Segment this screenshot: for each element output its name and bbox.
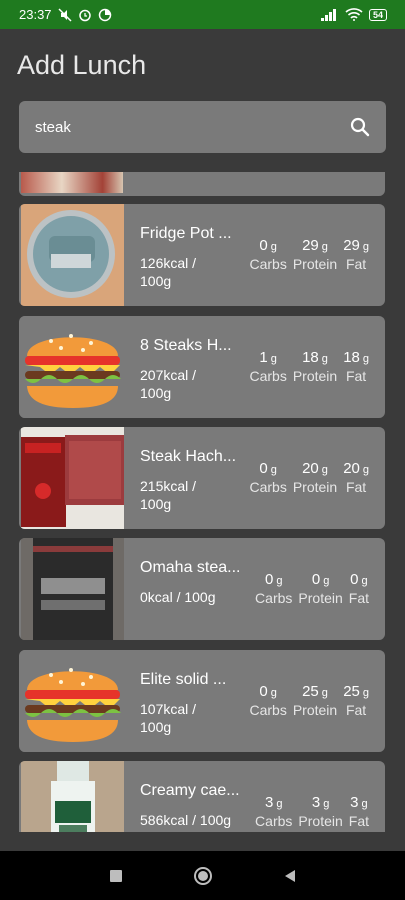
list-item[interactable]: Steak Hach... 215kcal / 100g 0 g Carbs 20 g… bbox=[19, 427, 385, 529]
protein-value: 25 bbox=[302, 683, 319, 700]
food-name: 8 Steaks H... bbox=[140, 337, 232, 354]
protein-label: Protein bbox=[292, 368, 338, 384]
carbs-label: Carbs bbox=[249, 702, 287, 718]
unit: g bbox=[276, 798, 283, 810]
food-name: Fridge Pot ... bbox=[140, 225, 232, 242]
mute-icon bbox=[58, 7, 72, 22]
protein-value: 0 bbox=[311, 571, 321, 588]
food-name: Omaha stea... bbox=[140, 559, 241, 576]
unit: g bbox=[321, 464, 328, 476]
food-kcal: 126kcal / 100g bbox=[140, 255, 197, 289]
burger-image bbox=[21, 316, 124, 418]
protein-label: Protein bbox=[292, 479, 338, 495]
carbs-value: 0 bbox=[259, 460, 268, 477]
fat-value: 20 bbox=[343, 460, 360, 477]
food-kcal: 107kcal / 100g bbox=[140, 701, 197, 735]
carbs-value: 0 bbox=[264, 571, 274, 588]
food-image bbox=[21, 427, 124, 529]
food-kcal: 215kcal / 100g bbox=[140, 478, 197, 512]
fat-value: 18 bbox=[343, 349, 360, 366]
food-image bbox=[21, 761, 124, 832]
unit: g bbox=[321, 241, 328, 253]
unit: g bbox=[361, 798, 368, 810]
battery-indicator: 54 bbox=[368, 8, 387, 21]
unit: g bbox=[362, 464, 369, 476]
carbs-value: 0 bbox=[259, 683, 268, 700]
list-item[interactable]: 8 Steaks H... 207kcal / 100g 1 g Carbs 18 g… bbox=[19, 316, 385, 418]
protein-label: Protein bbox=[298, 590, 343, 606]
carbs-value: 1 bbox=[259, 349, 268, 366]
protein-label: Protein bbox=[292, 256, 338, 272]
unit: g bbox=[323, 575, 330, 587]
fat-value: 29 bbox=[343, 237, 360, 254]
home-button[interactable] bbox=[193, 866, 213, 886]
unit: g bbox=[323, 798, 330, 810]
list-item-partial[interactable] bbox=[19, 172, 385, 196]
clock: 23:37 bbox=[19, 7, 52, 22]
unit: g bbox=[321, 353, 328, 365]
fat-label: Fat bbox=[345, 368, 367, 384]
fat-value: 25 bbox=[343, 683, 360, 700]
search-input[interactable]: steak bbox=[19, 101, 386, 153]
food-kcal: 207kcal / 100g bbox=[140, 367, 197, 401]
food-name: Creamy cae... bbox=[140, 782, 240, 799]
carbs-label: Carbs bbox=[255, 813, 293, 829]
fat-label: Fat bbox=[345, 702, 367, 718]
protein-value: 20 bbox=[302, 460, 319, 477]
food-kcal: 586kcal / 100g bbox=[140, 812, 232, 828]
food-kcal: 0kcal / 100g bbox=[140, 589, 216, 605]
protein-label: Protein bbox=[298, 813, 343, 829]
protein-value: 3 bbox=[311, 794, 321, 811]
protein-value: 29 bbox=[302, 237, 319, 254]
unit: g bbox=[270, 464, 277, 476]
fat-label: Fat bbox=[345, 479, 367, 495]
back-button[interactable] bbox=[283, 869, 297, 883]
protein-label: Protein bbox=[292, 702, 338, 718]
wifi-icon bbox=[345, 8, 363, 21]
unit: g bbox=[270, 353, 277, 365]
unit: g bbox=[362, 687, 369, 699]
list-item[interactable]: Omaha stea... 0kcal / 100g 0 g Carbs 0 g Pro… bbox=[19, 538, 385, 640]
recents-button[interactable] bbox=[109, 869, 123, 883]
fat-value: 3 bbox=[350, 794, 359, 811]
signal-icon bbox=[320, 8, 336, 21]
status-bar: 23:37 54 bbox=[0, 0, 405, 29]
data-saver-icon bbox=[98, 8, 111, 21]
search-value[interactable]: steak bbox=[35, 119, 71, 136]
burger-image bbox=[21, 650, 124, 752]
fat-label: Fat bbox=[348, 590, 369, 606]
food-image bbox=[21, 172, 123, 193]
carbs-label: Carbs bbox=[249, 368, 287, 384]
food-image bbox=[21, 538, 124, 640]
list-item[interactable]: Creamy cae... 586kcal / 100g 3 g Carbs 3gP… bbox=[19, 761, 385, 832]
food-list[interactable]: Fridge Pot ... 126kcal / 100g 0 g Carbs 29… bbox=[19, 172, 385, 832]
list-item[interactable]: Elite solid ... 107kcal / 100g 0 g Carbs 2… bbox=[19, 650, 385, 752]
carbs-label: Carbs bbox=[255, 590, 293, 606]
unit: g bbox=[270, 687, 277, 699]
carbs-label: Carbs bbox=[249, 256, 287, 272]
food-name: Elite solid ... bbox=[140, 671, 227, 688]
fat-label: Fat bbox=[348, 813, 369, 829]
search-icon[interactable] bbox=[350, 117, 370, 137]
unit: g bbox=[362, 241, 369, 253]
fat-value: 0 bbox=[350, 571, 359, 588]
unit: g bbox=[276, 575, 283, 587]
unit: g bbox=[270, 241, 277, 253]
alarm-icon bbox=[78, 9, 91, 21]
page-title: Add Lunch bbox=[17, 50, 147, 80]
navigation-bar bbox=[0, 851, 405, 900]
unit: g bbox=[361, 575, 368, 587]
fat-label: Fat bbox=[345, 256, 367, 272]
list-item[interactable]: Fridge Pot ... 126kcal / 100g 0 g Carbs 29… bbox=[19, 204, 385, 306]
unit: g bbox=[321, 687, 328, 699]
carbs-label: Carbs bbox=[249, 479, 287, 495]
food-image bbox=[21, 204, 124, 306]
carbs-value: 3 bbox=[264, 794, 274, 811]
unit: g bbox=[362, 353, 369, 365]
protein-value: 18 bbox=[302, 349, 319, 366]
food-name: Steak Hach... bbox=[140, 448, 237, 465]
carbs-value: 0 bbox=[259, 237, 268, 254]
